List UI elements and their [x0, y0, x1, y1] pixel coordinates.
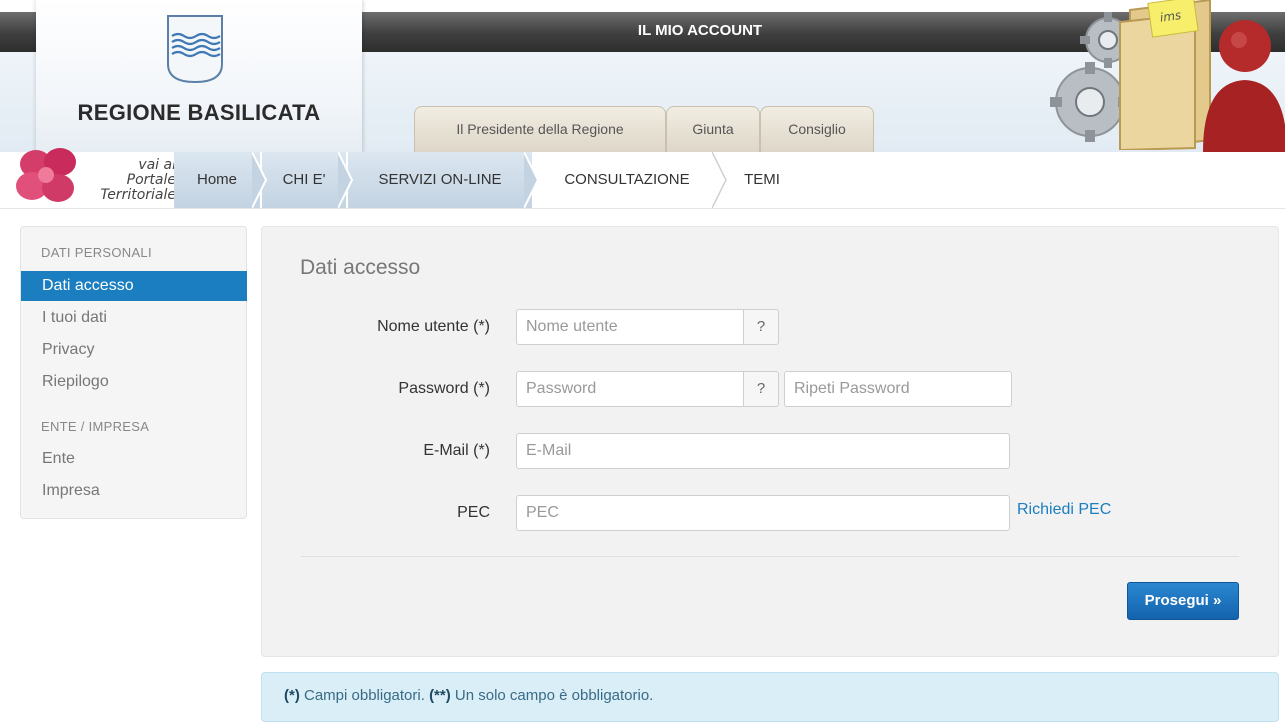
crumb-temi[interactable]: TEMI [722, 152, 802, 208]
portal-text-line3: Territoriale [100, 187, 176, 203]
region-name: REGIONE BASILICATA [77, 100, 321, 125]
chevron-separator-icon [252, 152, 268, 208]
page-title: Dati accesso [300, 256, 421, 279]
portal-territoriale-link[interactable]: vai al Portale Territoriale [14, 148, 176, 208]
chevron-separator-icon [524, 152, 540, 208]
portal-text-line2: Portale [126, 172, 176, 188]
sidebar-section-ente-impresa: ENTE / IMPRESA [41, 419, 150, 434]
crumb-servizi-online[interactable]: SERVIZI ON-LINE [348, 152, 532, 208]
tab-giunta[interactable]: Giunta [666, 106, 760, 153]
sidebar-section-dati-personali: DATI PERSONALI [41, 245, 152, 260]
username-label: Nome utente (*) [377, 318, 490, 335]
crumb-home[interactable]: Home [174, 152, 260, 208]
tab-consiglio[interactable]: Consiglio [760, 106, 874, 153]
portal-text-line1: vai al [138, 157, 176, 173]
badge-text: ims [1159, 8, 1182, 25]
sidebar: DATI PERSONALI Dati accesso I tuoi dati … [20, 226, 247, 519]
region-crest-icon [167, 15, 223, 84]
pec-label: PEC [457, 504, 490, 521]
form-divider [301, 556, 1239, 557]
chevron-separator-icon [338, 152, 354, 208]
email-input[interactable] [516, 433, 1010, 469]
region-logo-panel[interactable]: REGIONE BASILICATA [36, 0, 362, 153]
sidebar-item-riepilogo[interactable]: Riepilogo [21, 367, 247, 397]
crumb-chi-e[interactable]: CHI E' [262, 152, 346, 208]
breadcrumb: vai al Portale Territoriale Home CHI E' … [0, 148, 1285, 209]
password-label: Password (*) [398, 380, 490, 397]
sidebar-item-dati-accesso[interactable]: Dati accesso [21, 271, 247, 301]
sidebar-item-tuoi-dati[interactable]: I tuoi dati [21, 303, 247, 333]
prosegui-button[interactable]: Prosegui » [1127, 582, 1239, 620]
portal-text: vai al Portale Territoriale [76, 158, 176, 203]
required-text: Campi obbligatori. [299, 687, 430, 704]
required-fields-text: (*) Campi obbligatori. (**) Un solo camp… [284, 687, 653, 704]
username-help-button[interactable]: ? [743, 309, 779, 345]
sidebar-item-ente[interactable]: Ente [21, 444, 247, 474]
account-title: IL MIO ACCOUNT [637, 22, 763, 39]
email-label: E-Mail (*) [423, 442, 490, 459]
sidebar-item-privacy[interactable]: Privacy [21, 335, 247, 365]
chevron-separator-icon [712, 152, 727, 208]
one-required-mark: (**) [429, 687, 451, 704]
user-icon [1203, 20, 1285, 152]
flower-logo-icon [16, 148, 76, 202]
sidebar-item-impresa[interactable]: Impresa [21, 476, 247, 506]
repeat-password-input[interactable] [784, 371, 1012, 407]
pec-input[interactable] [516, 495, 1010, 531]
username-input[interactable] [516, 309, 744, 345]
crumb-consultazione[interactable]: CONSULTAZIONE [534, 152, 720, 208]
password-help-button[interactable]: ? [743, 371, 779, 407]
required-mark: (*) [284, 687, 300, 704]
password-input[interactable] [516, 371, 744, 407]
tab-presidente[interactable]: Il Presidente della Regione [414, 106, 666, 153]
one-required-text: Un solo campo è obbligatorio. [450, 687, 654, 704]
required-fields-note: (*) Campi obbligatori. (**) Un solo camp… [261, 672, 1279, 722]
richiedi-pec-link[interactable]: Richiedi PEC [1017, 501, 1111, 519]
